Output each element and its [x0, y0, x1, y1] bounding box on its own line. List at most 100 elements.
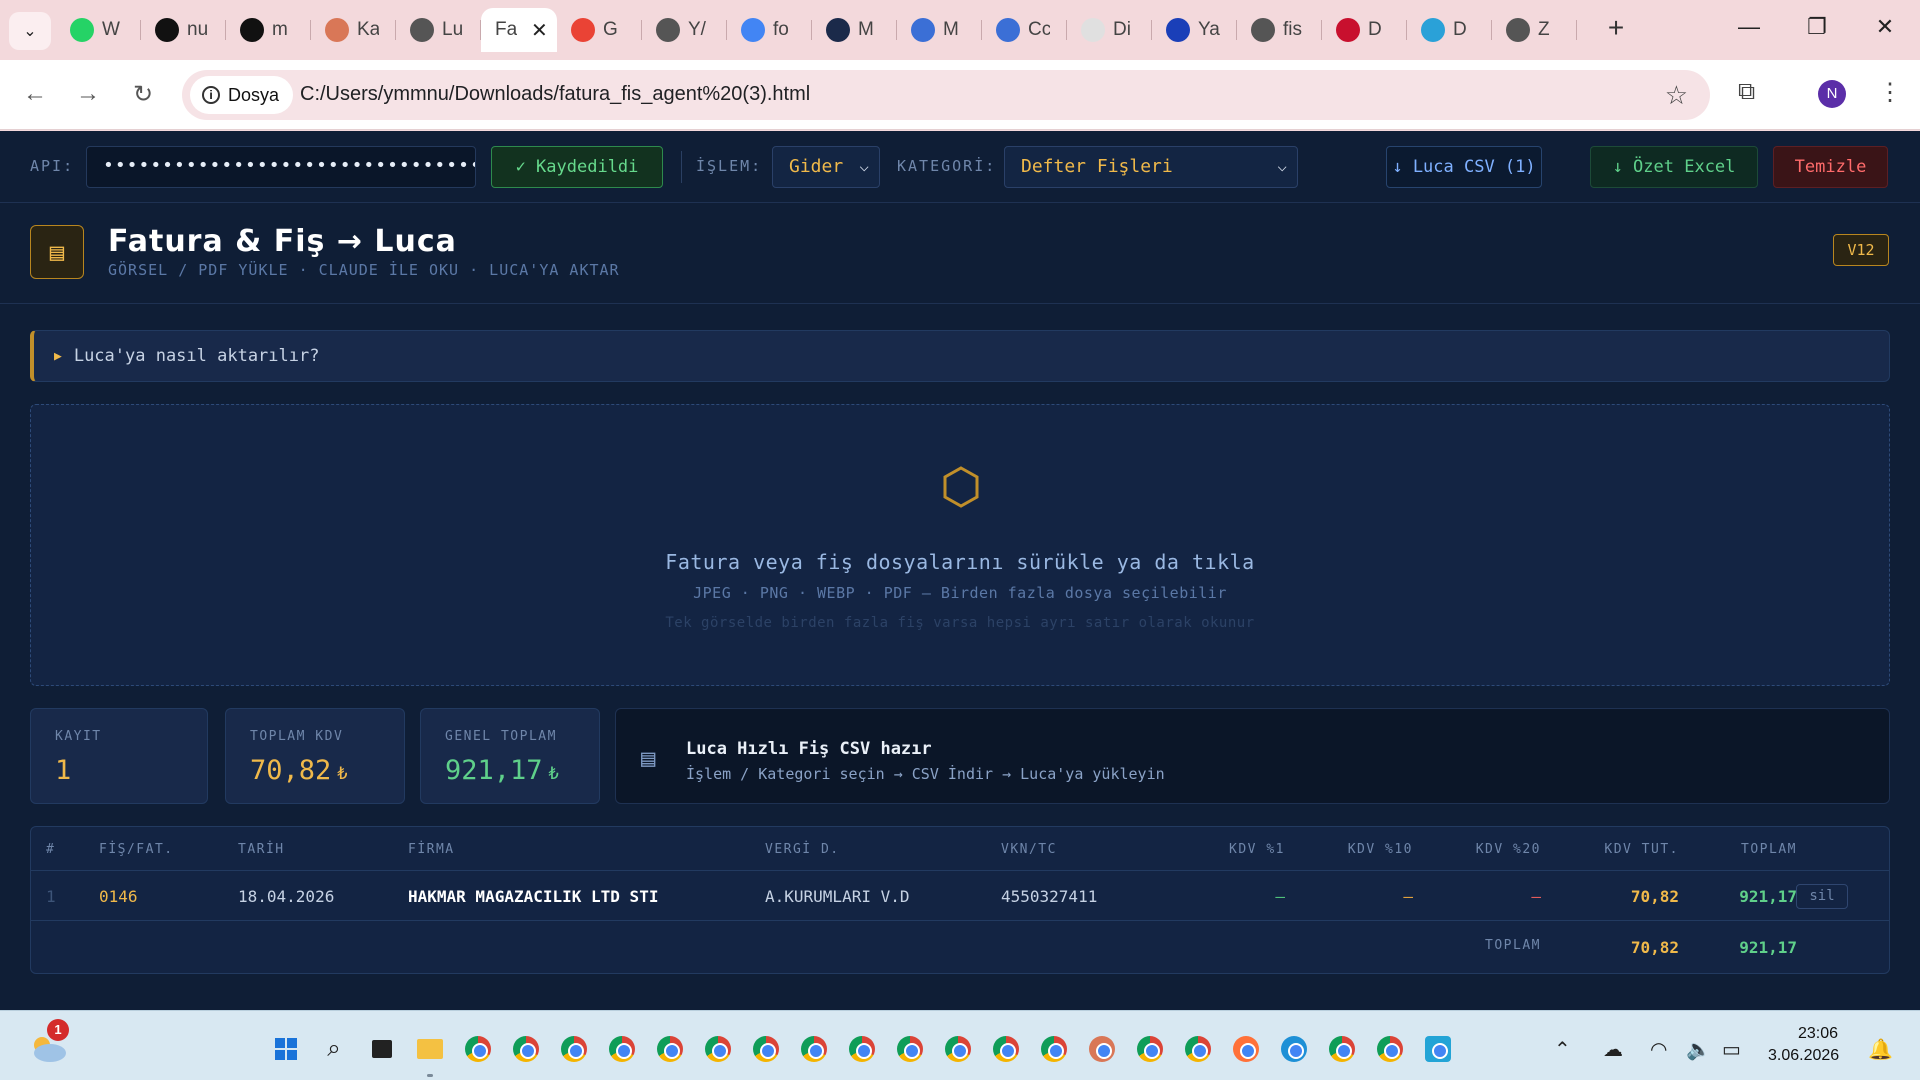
- chrome-icon[interactable]: [598, 1029, 646, 1069]
- site-info-chip[interactable]: i Dosya: [190, 76, 294, 114]
- browser-tab[interactable]: fo: [727, 8, 812, 52]
- bookmark-star-icon[interactable]: ☆: [1665, 80, 1688, 111]
- back-button[interactable]: ←: [17, 80, 53, 108]
- browser-tab[interactable]: Ya: [1152, 8, 1237, 52]
- close-tab-icon[interactable]: ✕: [531, 18, 548, 43]
- chrome-icon[interactable]: [1318, 1029, 1366, 1069]
- row-index: 1: [46, 887, 56, 906]
- chrome-icon[interactable]: [838, 1029, 886, 1069]
- stat-total: GENEL TOPLAM 921,17 ₺: [420, 708, 600, 804]
- claude-icon[interactable]: [1078, 1029, 1126, 1069]
- chrome-icon[interactable]: [742, 1029, 790, 1069]
- chrome-icon[interactable]: [454, 1029, 502, 1069]
- search-icon[interactable]: ⌕: [310, 1029, 358, 1069]
- file-explorer-icon[interactable]: [406, 1029, 454, 1077]
- browser-tab[interactable]: m: [226, 8, 311, 52]
- download-excel-button[interactable]: ↓ Özet Excel: [1590, 146, 1758, 188]
- info-icon: i: [202, 86, 220, 104]
- currency-symbol: ₺: [337, 764, 348, 784]
- minimize-button[interactable]: —: [1729, 14, 1769, 40]
- cloud-sync-icon[interactable]: ☁: [1603, 1037, 1623, 1062]
- edge-icon[interactable]: [1270, 1029, 1318, 1069]
- col-doc-no: FİŞ/FAT.: [99, 842, 174, 857]
- file-dropzone[interactable]: Fatura veya fiş dosyalarını sürükle ya d…: [30, 404, 1890, 686]
- browser-tab[interactable]: nu: [141, 8, 226, 52]
- task-view-icon[interactable]: [358, 1029, 406, 1069]
- api-key-input[interactable]: ••••••••••••••••••••••••••••••••: [86, 146, 476, 188]
- islem-select[interactable]: Gider ⌵: [772, 146, 880, 188]
- tab-search-button[interactable]: ⌄: [9, 12, 51, 50]
- browser-tab[interactable]: Di: [1067, 8, 1152, 52]
- browser-tab[interactable]: Ka: [311, 8, 396, 52]
- wifi-icon[interactable]: ◠: [1650, 1037, 1667, 1062]
- bing-icon: [1421, 18, 1445, 42]
- new-tab-button[interactable]: +: [1598, 12, 1634, 44]
- chrome-icon[interactable]: [1174, 1029, 1222, 1069]
- table-footer-row: TOPLAM 70,82 921,17: [31, 921, 1889, 973]
- address-bar[interactable]: i Dosya C:/Users/ymmnu/Downloads/fatura_…: [182, 70, 1710, 120]
- app-icon[interactable]: [1414, 1029, 1462, 1069]
- chrome-icon[interactable]: [550, 1029, 598, 1069]
- browser-tab[interactable]: Z: [1492, 8, 1577, 52]
- browser-tab[interactable]: D: [1322, 8, 1407, 52]
- chevron-up-icon[interactable]: ⌃: [1554, 1037, 1571, 1062]
- more-menu-icon[interactable]: ⋮: [1878, 78, 1902, 107]
- browser-tab[interactable]: M: [812, 8, 897, 52]
- clear-button[interactable]: Temizle: [1773, 146, 1888, 188]
- chrome-icon[interactable]: [934, 1029, 982, 1069]
- download-csv-button[interactable]: ↓ Luca CSV (1): [1386, 146, 1542, 188]
- browser-tab[interactable]: G: [557, 8, 642, 52]
- volume-icon[interactable]: 🔈: [1686, 1037, 1711, 1062]
- browser-tab[interactable]: Cc: [982, 8, 1067, 52]
- save-api-button[interactable]: ✓ Kaydedildi: [491, 146, 663, 188]
- chrome-icon[interactable]: [502, 1029, 550, 1069]
- battery-icon[interactable]: ▭: [1722, 1037, 1741, 1062]
- browser-tab[interactable]: Y/: [642, 8, 727, 52]
- browser-tab[interactable]: W: [56, 8, 141, 52]
- restore-button[interactable]: ❐: [1797, 14, 1837, 40]
- notification-bell-icon[interactable]: 🔔: [1868, 1037, 1893, 1062]
- whatsapp-icon: [70, 18, 94, 42]
- kategori-select[interactable]: Defter Fişleri ⌵: [1004, 146, 1298, 188]
- clock-date: 3.06.2026: [1768, 1047, 1840, 1064]
- browser-tab[interactable]: M: [897, 8, 982, 52]
- chrome-icon[interactable]: [1030, 1029, 1078, 1069]
- system-clock[interactable]: 23:06 3.06.2026: [1768, 1023, 1840, 1067]
- browser-tab[interactable]: fis: [1237, 8, 1322, 52]
- chrome-icon[interactable]: [694, 1029, 742, 1069]
- chrome-icon-glyph: [897, 1036, 923, 1062]
- tab-title: Ka: [357, 19, 379, 40]
- chrome-icon-glyph: [849, 1036, 875, 1062]
- chrome-icon[interactable]: [886, 1029, 934, 1069]
- chrome-icon[interactable]: [646, 1029, 694, 1069]
- table-header-row: # FİŞ/FAT. TARİH FİRMA VERGİ D. VKN/TC K…: [31, 827, 1889, 871]
- firefox-icon[interactable]: [1222, 1029, 1270, 1069]
- chrome-icon[interactable]: [790, 1029, 838, 1069]
- globe-icon: [1506, 18, 1530, 42]
- col-kdv10: KDV %10: [1347, 842, 1413, 857]
- col-company: FİRMA: [408, 842, 455, 857]
- chrome-icon[interactable]: [1126, 1029, 1174, 1069]
- forward-button[interactable]: →: [70, 80, 106, 108]
- browser-tab[interactable]: Lu: [396, 8, 481, 52]
- close-window-button[interactable]: ✕: [1865, 14, 1905, 40]
- firefox-icon-glyph: [1233, 1036, 1259, 1062]
- delete-row-button[interactable]: sil: [1796, 884, 1848, 909]
- dropzone-note: Tek görselde birden fazla fiş varsa heps…: [665, 615, 1255, 631]
- app-icon: [1081, 18, 1105, 42]
- extensions-icon[interactable]: ⧉: [1738, 78, 1755, 106]
- windows-start-icon[interactable]: [262, 1029, 310, 1069]
- chrome-icon[interactable]: [982, 1029, 1030, 1069]
- stat-total-label: GENEL TOPLAM: [445, 729, 557, 744]
- reload-button[interactable]: ↻: [125, 80, 161, 109]
- version-badge: V12: [1833, 234, 1889, 266]
- browser-tab[interactable]: D: [1407, 8, 1492, 52]
- url-text[interactable]: C:/Users/ymmnu/Downloads/fatura_fis_agen…: [300, 83, 810, 106]
- globe-icon: [1251, 18, 1275, 42]
- page-title: Fatura & Fiş → Luca: [108, 224, 457, 259]
- app-icon: [1336, 18, 1360, 42]
- chrome-icon[interactable]: [1366, 1029, 1414, 1069]
- browser-tab[interactable]: Fa ✕: [481, 8, 557, 52]
- howto-collapsible[interactable]: ▶ Luca'ya nasıl aktarılır?: [30, 330, 1890, 382]
- profile-avatar[interactable]: N: [1818, 80, 1846, 108]
